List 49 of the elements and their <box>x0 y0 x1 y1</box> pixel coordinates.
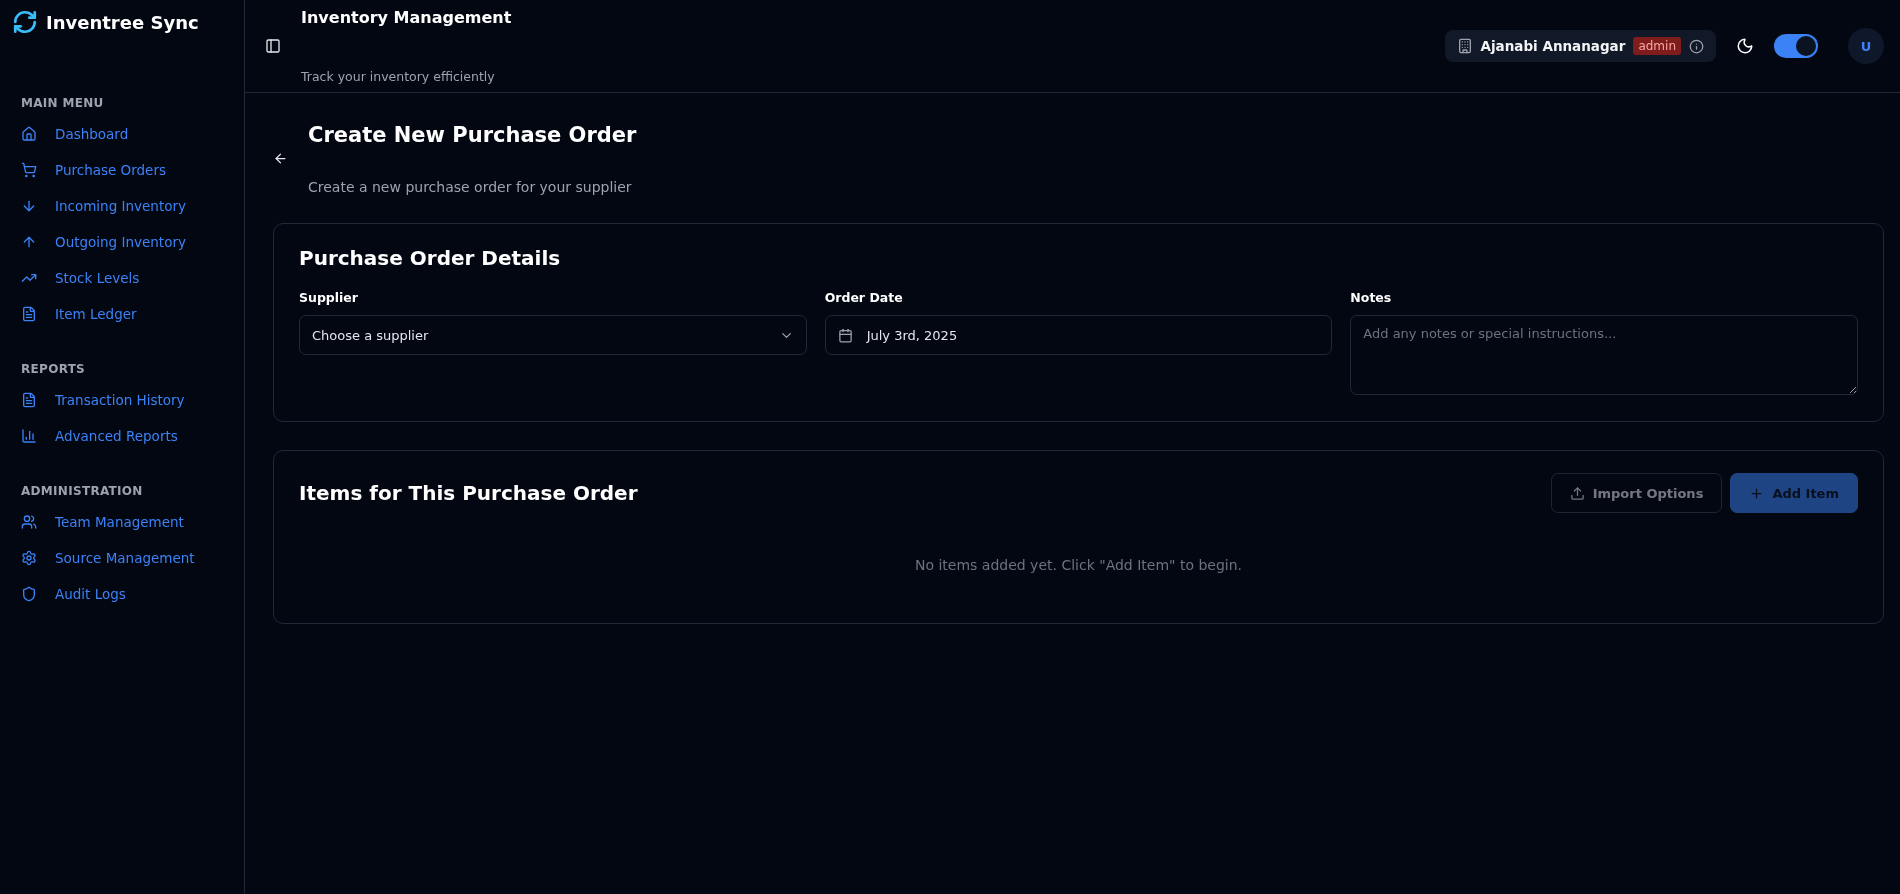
plus-icon <box>1749 485 1765 501</box>
location-name: Ajanabi Annanagar <box>1480 38 1626 54</box>
field-label: Order Date <box>824 290 904 305</box>
nav-link[interactable]: Team Management <box>0 504 244 540</box>
sidebar-toggle-icon[interactable] <box>265 38 281 54</box>
nav-link[interactable]: Audit Logs <box>0 576 244 612</box>
calendar-icon <box>837 327 853 343</box>
nav-link[interactable]: Purchase Orders <box>0 152 244 188</box>
field-label: Supplier <box>299 290 359 305</box>
moon-icon <box>1736 37 1754 55</box>
app-name: Inventree Sync <box>46 11 199 33</box>
header-title: Inventory Management <box>301 8 513 27</box>
supplier-select[interactable]: Choose a supplier <box>299 315 807 355</box>
field-label: Notes <box>1350 290 1393 305</box>
shield-icon <box>21 586 37 602</box>
nav-link[interactable]: Incoming Inventory <box>0 188 244 224</box>
header-subtitle: Track your inventory efficiently <box>301 69 496 84</box>
section-heading: MAIN MENU <box>20 96 105 110</box>
back-arrow-icon[interactable] <box>273 150 288 166</box>
document-icon <box>21 392 37 408</box>
notes-field[interactable]: Add any notes or special instructions... <box>1350 315 1858 395</box>
cart-icon <box>21 162 37 178</box>
user-avatar[interactable]: U <box>1848 28 1884 64</box>
role-badge: admin <box>1633 37 1681 55</box>
upload-icon <box>1569 485 1585 501</box>
empty-message: No items added yet. Click "Add Item" to begin. <box>913 556 1244 575</box>
section-heading: REPORTS <box>20 362 87 376</box>
bar-chart-icon <box>21 428 37 444</box>
building-icon <box>1456 38 1473 54</box>
nav-link[interactable]: Outgoing Inventory <box>0 224 244 260</box>
page-title: Create New Purchase Order <box>308 123 637 147</box>
nav-link[interactable]: Item Ledger <box>0 296 244 332</box>
settings-icon <box>21 550 37 566</box>
section-heading: ADMINISTRATION <box>20 484 144 498</box>
date-picker[interactable]: July 3rd, 2025 <box>824 315 1333 355</box>
nav-link[interactable]: Dashboard <box>0 116 244 152</box>
sync-logo-icon <box>12 9 38 35</box>
page-subtitle: Create a new purchase order for your supplier <box>308 179 633 195</box>
nav-link[interactable]: Transaction History <box>0 382 244 418</box>
nav-link[interactable]: Source Management <box>0 540 244 576</box>
home-icon <box>21 126 37 142</box>
dark-mode-switch[interactable] <box>1774 34 1818 58</box>
users-icon <box>21 514 37 530</box>
card-title: Items for This Purchase Order <box>299 481 638 505</box>
nav-link[interactable]: Advanced Reports <box>0 418 244 454</box>
nav-link[interactable]: Stock Levels <box>0 260 244 296</box>
card-title: Purchase Order Details <box>299 246 562 270</box>
document-icon <box>21 306 37 322</box>
info-icon[interactable] <box>1689 38 1704 54</box>
